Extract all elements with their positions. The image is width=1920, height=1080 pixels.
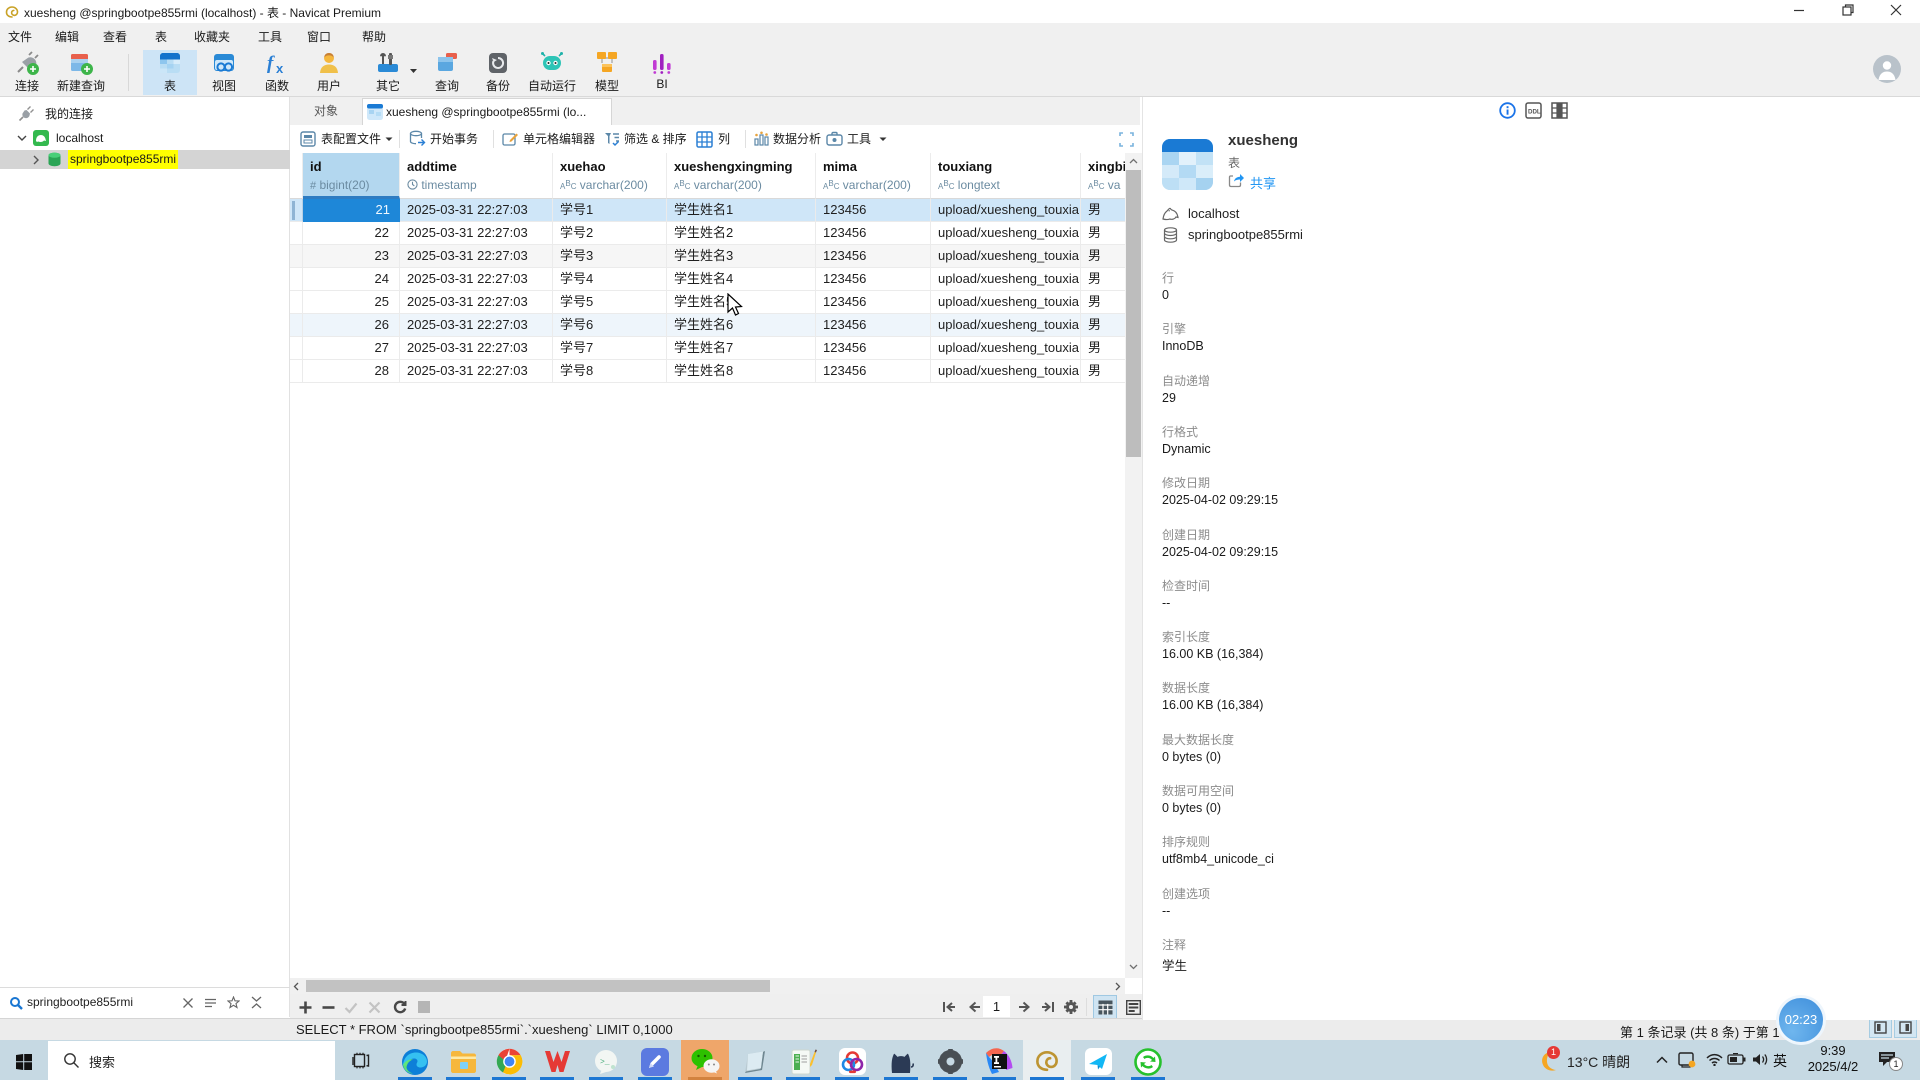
svg-text:f: f <box>267 53 275 74</box>
svg-text:DDL: DDL <box>1528 109 1541 116</box>
svg-text:>_: >_ <box>600 1058 610 1067</box>
svg-text:x: x <box>276 61 284 76</box>
